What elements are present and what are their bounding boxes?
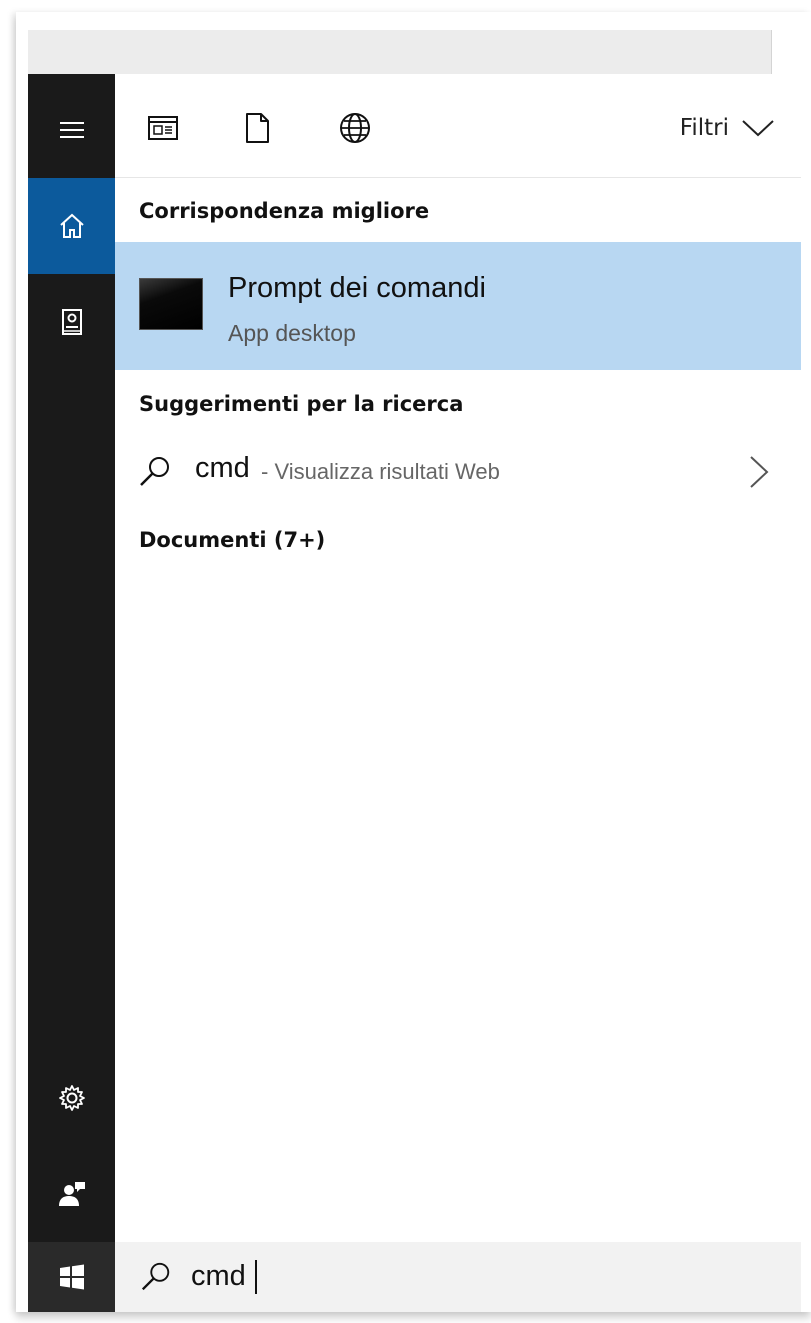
sidebar	[28, 74, 115, 1312]
feedback-icon	[58, 1182, 85, 1206]
gear-icon	[58, 1085, 85, 1111]
web-filter-button[interactable]	[335, 108, 375, 148]
apps-icon	[148, 116, 178, 140]
filters-dropdown[interactable]: Filtri	[680, 110, 775, 146]
hamburger-icon	[59, 122, 84, 138]
app-type: App desktop	[228, 320, 356, 346]
best-match-heading: Corrispondenza migliore	[139, 199, 430, 223]
feedback-button[interactable]	[28, 1146, 115, 1242]
search-box[interactable]	[115, 1242, 801, 1312]
search-results-panel: Filtri Corrispondenza migliore Prompt de…	[115, 74, 801, 1242]
start-button[interactable]	[28, 1242, 115, 1312]
home-icon	[59, 213, 84, 238]
web-suggestion-row[interactable]: cmd - Visualizza risultati Web	[115, 440, 801, 508]
windows-logo-icon	[59, 1264, 84, 1290]
settings-button[interactable]	[28, 1050, 115, 1146]
suggestion-query: cmd	[195, 452, 250, 484]
home-button[interactable]	[28, 178, 115, 274]
search-suggestions-heading: Suggerimenti per la ricerca	[139, 392, 464, 416]
search-input[interactable]	[191, 1256, 751, 1296]
search-icon	[141, 1262, 170, 1291]
window-top-bar	[28, 30, 772, 74]
best-match-result[interactable]: Prompt dei comandi App desktop	[115, 242, 801, 370]
suggestion-description: - Visualizza risultati Web	[261, 459, 500, 484]
web-icon	[340, 113, 370, 143]
apps-filter-button[interactable]	[143, 108, 183, 148]
chevron-right-icon	[750, 456, 769, 488]
notebook-icon	[61, 309, 82, 335]
menu-button[interactable]	[28, 82, 115, 178]
notebook-button[interactable]	[28, 274, 115, 370]
command-prompt-app-icon	[139, 278, 203, 330]
text-caret	[255, 1260, 257, 1294]
app-title: Prompt dei comandi	[228, 272, 486, 304]
filter-toolbar: Filtri	[115, 74, 801, 178]
search-icon	[140, 457, 169, 486]
chevron-down-icon	[742, 120, 774, 137]
documents-heading[interactable]: Documenti (7+)	[139, 528, 325, 552]
documents-filter-button[interactable]	[237, 108, 277, 148]
document-icon	[246, 113, 269, 143]
filters-label: Filtri	[679, 115, 729, 141]
